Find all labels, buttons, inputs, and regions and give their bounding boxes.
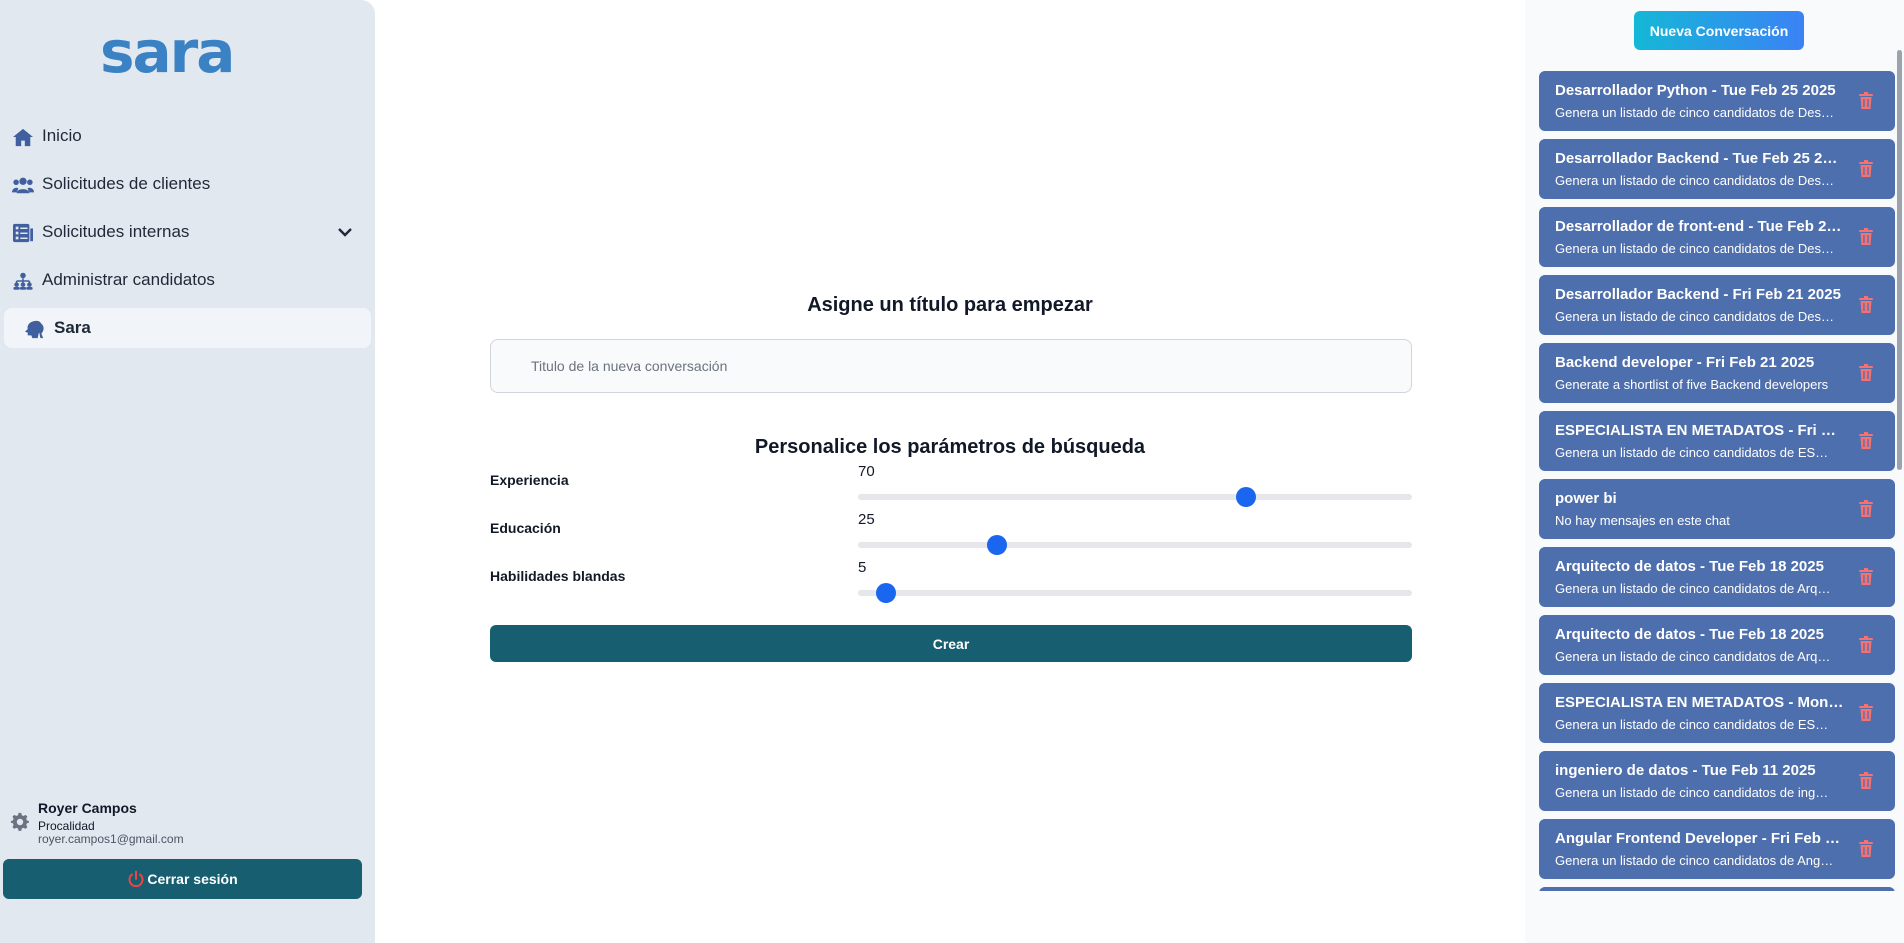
slider-thumb[interactable] <box>986 535 1007 555</box>
trash-icon[interactable] <box>1859 160 1873 177</box>
trash-icon[interactable] <box>1859 840 1873 857</box>
user-org: Procalidad <box>38 819 95 833</box>
conversation-item[interactable]: ESPECIALISTA EN METADATOS - Mon Feb 17 2… <box>1539 683 1895 743</box>
slider-educacion[interactable] <box>858 535 1412 555</box>
conversation-preview: Genera un listado de cinco candidatos de… <box>1555 853 1835 868</box>
conversation-preview: Genera un listado de cinco candidatos de… <box>1555 649 1835 664</box>
hierarchy-icon <box>13 272 33 290</box>
conversation-item[interactable]: ingeniero de datos - Tue Feb 11 2025 Gene… <box>1539 751 1895 811</box>
conversation-title: ingeniero de datos - Tue Feb 11 2025 <box>1555 762 1816 779</box>
sidebar-item-label: Sara <box>54 318 91 337</box>
scrollbar[interactable] <box>1897 50 1902 470</box>
conversation-list[interactable]: Desarrollador Python - Tue Feb 25 2025 Ge… <box>1539 71 1902 891</box>
param-label-educacion: Educación <box>490 520 561 536</box>
conversation-title: Backend developer - Fri Feb 21 2025 <box>1555 354 1815 371</box>
sidebar-item-sara[interactable]: Sara <box>4 308 371 348</box>
conversation-preview: Genera un listado de cinco candidatos de… <box>1555 105 1835 120</box>
conversation-item[interactable]: Desarrollador de front-end - Tue Feb 25 … <box>1539 207 1895 267</box>
list-icon <box>13 223 33 243</box>
conversation-item[interactable]: Desarrollador Backend - Fri Feb 21 2025 G… <box>1539 275 1895 335</box>
trash-icon[interactable] <box>1859 636 1873 653</box>
sidebar-item-label: Administrar candidatos <box>42 270 215 289</box>
param-value-experiencia: 70 <box>858 463 875 480</box>
trash-icon[interactable] <box>1859 432 1873 449</box>
slider-thumb[interactable] <box>1235 487 1256 507</box>
sidebar-item-solicitudes-internas[interactable]: Solicitudes internas <box>4 212 371 252</box>
chevron-down-icon[interactable] <box>337 224 353 240</box>
conversation-preview: Genera un listado de cinco candidatos de… <box>1555 445 1835 460</box>
param-label-experiencia: Experiencia <box>490 472 569 488</box>
trash-icon[interactable] <box>1859 364 1873 381</box>
conversation-title: Desarrollador Backend - Fri Feb 21 2025 <box>1555 286 1841 303</box>
param-value-educacion: 25 <box>858 511 875 528</box>
conversation-title: Desarrollador Python - Tue Feb 25 2025 <box>1555 82 1836 99</box>
trash-icon[interactable] <box>1859 500 1873 517</box>
conversation-item[interactable]: Arquitecto de datos - Tue Feb 18 2025 Gen… <box>1539 615 1895 675</box>
conversation-preview: Genera un listado de cinco candidatos de… <box>1555 785 1835 800</box>
conversation-item[interactable] <box>1539 887 1895 891</box>
conversation-title: ESPECIALISTA EN METADATOS - Fri Feb 21 2… <box>1555 422 1845 439</box>
conversation-item[interactable]: power bi No hay mensajes en este chat <box>1539 479 1895 539</box>
trash-icon[interactable] <box>1859 772 1873 789</box>
conversation-preview: Genera un listado de cinco candidatos de… <box>1555 241 1835 256</box>
power-icon <box>128 870 144 888</box>
trash-icon[interactable] <box>1859 92 1873 109</box>
sidebar-item-administrar-candidatos[interactable]: Administrar candidatos <box>4 260 371 300</box>
conversation-item[interactable]: ESPECIALISTA EN METADATOS - Fri Feb 21 2… <box>1539 411 1895 471</box>
svg-text:sara: sara <box>100 22 233 82</box>
page-title: Asigne un título para empezar <box>807 294 1093 316</box>
logout-label: Cerrar sesión <box>147 871 238 887</box>
trash-icon[interactable] <box>1859 704 1873 721</box>
conversation-title: Desarrollador de front-end - Tue Feb 25 … <box>1555 218 1845 235</box>
conversation-preview: Genera un listado de cinco candidatos de… <box>1555 309 1835 324</box>
conversation-item[interactable]: Angular Frontend Developer - Fri Feb 07 … <box>1539 819 1895 879</box>
param-label-habilidades-blandas: Habilidades blandas <box>490 568 626 584</box>
sara-head-icon <box>25 320 44 339</box>
trash-icon[interactable] <box>1859 568 1873 585</box>
slider-thumb[interactable] <box>875 583 896 603</box>
home-icon <box>13 128 33 147</box>
conversation-title: Arquitecto de datos - Tue Feb 18 2025 <box>1555 626 1824 643</box>
conversation-preview: Generate a shortlist of five Backend dev… <box>1555 377 1829 392</box>
new-conversation-button[interactable]: Nueva Conversación <box>1634 11 1804 50</box>
slider-experiencia[interactable] <box>858 487 1412 507</box>
conversation-preview: Genera un listado de cinco candidatos de… <box>1555 581 1835 596</box>
conversation-title: ESPECIALISTA EN METADATOS - Mon Feb 17 2… <box>1555 694 1845 711</box>
conversation-title-input[interactable] <box>490 339 1412 393</box>
params-heading: Personalice los parámetros de búsqueda <box>754 436 1146 458</box>
sidebar-item-inicio[interactable]: Inicio <box>4 116 371 156</box>
gear-icon[interactable] <box>10 812 30 832</box>
conversation-title: Arquitecto de datos - Tue Feb 18 2025 <box>1555 558 1824 575</box>
user-name: Royer Campos <box>38 800 137 816</box>
conversation-preview: No hay mensajes en este chat <box>1555 513 1730 528</box>
sidebar-nav: Inicio Solicitudes de clientes Solicitud… <box>0 116 375 356</box>
conversation-preview: Genera un listado de cinco candidatos de… <box>1555 717 1835 732</box>
user-profile: Royer Campos Procalidad royer.campos1@gm… <box>8 800 368 848</box>
sidebar-item-label: Inicio <box>42 126 82 145</box>
param-value-habilidades-blandas: 5 <box>858 559 867 576</box>
sara-logo[interactable]: sara <box>100 22 270 82</box>
sidebar-item-label: Solicitudes de clientes <box>42 174 211 193</box>
sidebar-item-label: Solicitudes internas <box>42 222 190 241</box>
sidebar: sara Inicio Solicitudes de clientes Soli… <box>0 0 375 943</box>
create-button[interactable]: Crear <box>490 625 1412 662</box>
users-icon <box>12 177 34 194</box>
slider-habilidades-blandas[interactable] <box>858 583 1412 603</box>
sidebar-item-solicitudes-clientes[interactable]: Solicitudes de clientes <box>4 164 371 204</box>
conversation-item[interactable]: Desarrollador Backend - Tue Feb 25 2025 G… <box>1539 139 1895 199</box>
conversation-title: Angular Frontend Developer - Fri Feb 07 … <box>1555 830 1845 847</box>
conversation-item[interactable]: Backend developer - Fri Feb 21 2025 Gener… <box>1539 343 1895 403</box>
logout-button[interactable]: Cerrar sesión <box>3 859 362 899</box>
trash-icon[interactable] <box>1859 228 1873 245</box>
conversation-preview: Genera un listado de cinco candidatos de… <box>1555 173 1835 188</box>
conversation-item[interactable]: Arquitecto de datos - Tue Feb 18 2025 Gen… <box>1539 547 1895 607</box>
conversation-item[interactable]: Desarrollador Python - Tue Feb 25 2025 Ge… <box>1539 71 1895 131</box>
conversation-title: power bi <box>1555 490 1617 507</box>
conversations-panel: Nueva Conversación Desarrollador Python … <box>1525 0 1904 943</box>
user-email: royer.campos1@gmail.com <box>38 832 184 846</box>
conversation-title: Desarrollador Backend - Tue Feb 25 2025 <box>1555 150 1845 167</box>
main-content: Asigne un título para empezar Personalic… <box>375 0 1525 943</box>
trash-icon[interactable] <box>1859 296 1873 313</box>
